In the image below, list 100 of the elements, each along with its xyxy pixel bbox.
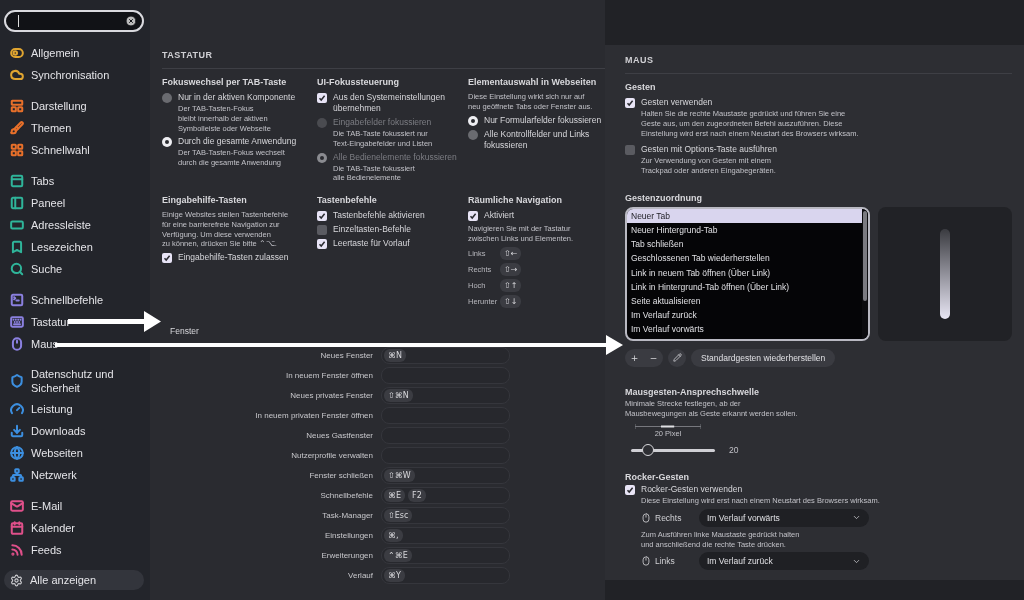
sidebar-item[interactable]: Themen (4, 116, 144, 139)
sidebar-label: Tabs (31, 173, 55, 188)
sidebar-item[interactable]: Leistung (4, 398, 144, 421)
key-chip: F2 (408, 489, 426, 503)
list-item[interactable]: Geschlossenen Tab wiederherstellen (627, 251, 862, 266)
radio-button[interactable] (468, 129, 478, 140)
select-label: Links (655, 556, 675, 567)
sidebar-item[interactable]: Tastatur (4, 310, 144, 333)
sidebar-item[interactable]: Kalender (4, 517, 144, 540)
shortcut-label: Neues privates Fenster (289, 391, 373, 401)
key-chip: ⌘, (384, 529, 403, 543)
checkbox[interactable] (162, 253, 172, 264)
list-item[interactable]: Im Verlauf zurück (627, 308, 862, 323)
sidebar-item[interactable]: Downloads (4, 420, 144, 443)
edit-button[interactable] (668, 348, 686, 367)
section-heading: Rocker-Gesten (625, 472, 691, 483)
checkbox[interactable] (317, 239, 327, 250)
section-heading: Fokuswechsel per TAB-Taste (162, 77, 288, 87)
clear-icon[interactable] (125, 14, 137, 27)
list-item[interactable]: Im Verlauf vorwärts (627, 322, 862, 337)
sidebar-item[interactable]: Synchronisation (4, 63, 144, 86)
sidebar-item[interactable]: Suche (4, 257, 144, 280)
section-heading: Mausgesten-Ansprechschwelle (625, 386, 761, 397)
sidebar-item[interactable]: E-Mail (4, 495, 144, 518)
shortcut-field[interactable]: ⌘E F2 (381, 487, 510, 505)
radio-button[interactable] (468, 115, 478, 126)
reset-button[interactable]: Standardgesten wiederherstellen (691, 348, 836, 367)
list-item[interactable]: Neuer Hintergrund-Tab (627, 223, 862, 238)
text-cursor (18, 14, 19, 27)
sidebar-item[interactable]: Netzwerk (4, 464, 144, 487)
search-field[interactable] (4, 10, 144, 32)
sidebar-item[interactable]: Schnellbefehle (4, 288, 144, 311)
list-item[interactable]: Neuer Tab (627, 208, 862, 224)
checkbox-label: Aus den Systemeinstellungen übernehmen (333, 92, 445, 115)
sidebar-label: Kalender (31, 521, 76, 536)
shortcut-field[interactable]: ⌘Y (381, 567, 510, 585)
key-chip: ⌘E (384, 489, 406, 503)
section-heading: Eingabehilfe-Tasten (162, 195, 248, 206)
list-item[interactable]: Tab schließen (627, 237, 862, 252)
sidebar-label: Maus (31, 336, 58, 351)
scrollbar[interactable] (863, 210, 867, 301)
sidebar-item[interactable]: Darstellung (4, 94, 144, 117)
key-chip: ⇧⌘N (384, 389, 413, 403)
checkbox-label: Einzeltasten-Befehle (333, 224, 411, 236)
key-chip: ⇧⌘W (384, 469, 415, 483)
add-button[interactable]: + (625, 348, 644, 367)
sidebar-item[interactable]: Adressleiste (4, 213, 144, 236)
sidebar-item[interactable]: Lesezeichen (4, 235, 144, 258)
radio-label: Nur in der aktiven Komponente (178, 92, 296, 104)
shortcut-field[interactable]: ⇧⌘N (381, 387, 510, 405)
radio-label: Nur Formularfelder fokussieren (484, 114, 602, 126)
shortcut-field[interactable]: ⇧⌘W (381, 467, 510, 485)
section-heading: Räumliche Navigation (468, 195, 564, 206)
sidebar-item[interactable]: Allgemein (4, 41, 144, 64)
show-all-button[interactable]: Alle anzeigen (4, 570, 144, 590)
checkbox[interactable] (625, 145, 635, 156)
sidebar-label: Adressleiste (31, 217, 91, 232)
sidebar-label: Schnellbefehle (31, 292, 104, 307)
slider-thumb[interactable] (641, 444, 654, 457)
dropdown[interactable]: Im Verlauf vorwärts (699, 508, 869, 527)
dropdown[interactable]: Im Verlauf zurück (699, 552, 869, 571)
shortcut-field[interactable]: ⇧Esc (381, 507, 510, 525)
shortcut-field[interactable]: ⌃⌘E (381, 547, 510, 565)
section-heading: Fenster (170, 325, 200, 336)
sidebar-item[interactable]: Schnellwahl (4, 138, 144, 161)
sidebar-label: Paneel (31, 195, 66, 210)
shortcut-label: Schnellbefehle (319, 491, 373, 501)
checkbox[interactable] (625, 98, 635, 108)
panel-title: MAUS (625, 55, 1012, 74)
checkbox[interactable] (468, 211, 478, 222)
key-chip: ⇧↓ (500, 294, 522, 308)
gesture-list[interactable] (625, 206, 870, 341)
list-item[interactable]: Link in neuem Tab öffnen (Über Link) (627, 265, 862, 280)
list-item[interactable]: Link in Hintergrund-Tab öffnen (Über Link) (627, 279, 862, 294)
sidebar-item[interactable]: Tabs (4, 169, 144, 192)
radio-label: Durch die gesamte Anwendung (178, 136, 297, 148)
shortcut-label: Erweiterungen (320, 551, 373, 561)
list-item[interactable]: Seite aktualisieren (627, 293, 862, 309)
panel-title: TASTATUR (162, 50, 605, 69)
sidebar-item[interactable]: Webseiten (4, 442, 144, 465)
sidebar-item[interactable]: Paneel (4, 191, 144, 214)
sidebar-item[interactable]: Datenschutz und Sicherheit (4, 363, 144, 399)
checkbox[interactable] (317, 93, 327, 103)
sidebar-label: Webseiten (31, 446, 83, 461)
checkbox[interactable] (625, 485, 635, 496)
sidebar-item[interactable]: Maus (4, 332, 144, 355)
section-heading: Gesten (625, 82, 657, 92)
checkbox-label: Gesten mit Options-Taste ausführen (641, 144, 778, 156)
sidebar-item[interactable]: Feeds (4, 539, 144, 562)
checkbox-label: Eingabehilfe-Tasten zulassen (178, 252, 289, 264)
remove-button[interactable]: − (644, 348, 663, 367)
checkbox[interactable] (317, 225, 327, 236)
key-chip: ⌃⌘E (384, 549, 412, 563)
checkbox[interactable] (317, 211, 327, 222)
radio-button[interactable] (162, 93, 172, 103)
sidebar-label: Leistung (31, 402, 73, 417)
slider-value: 20 (729, 444, 739, 456)
shortcut-field[interactable]: ⌘, (381, 527, 510, 545)
radio-button[interactable] (162, 137, 172, 148)
shortcut-field[interactable]: ⌘N (381, 347, 510, 365)
